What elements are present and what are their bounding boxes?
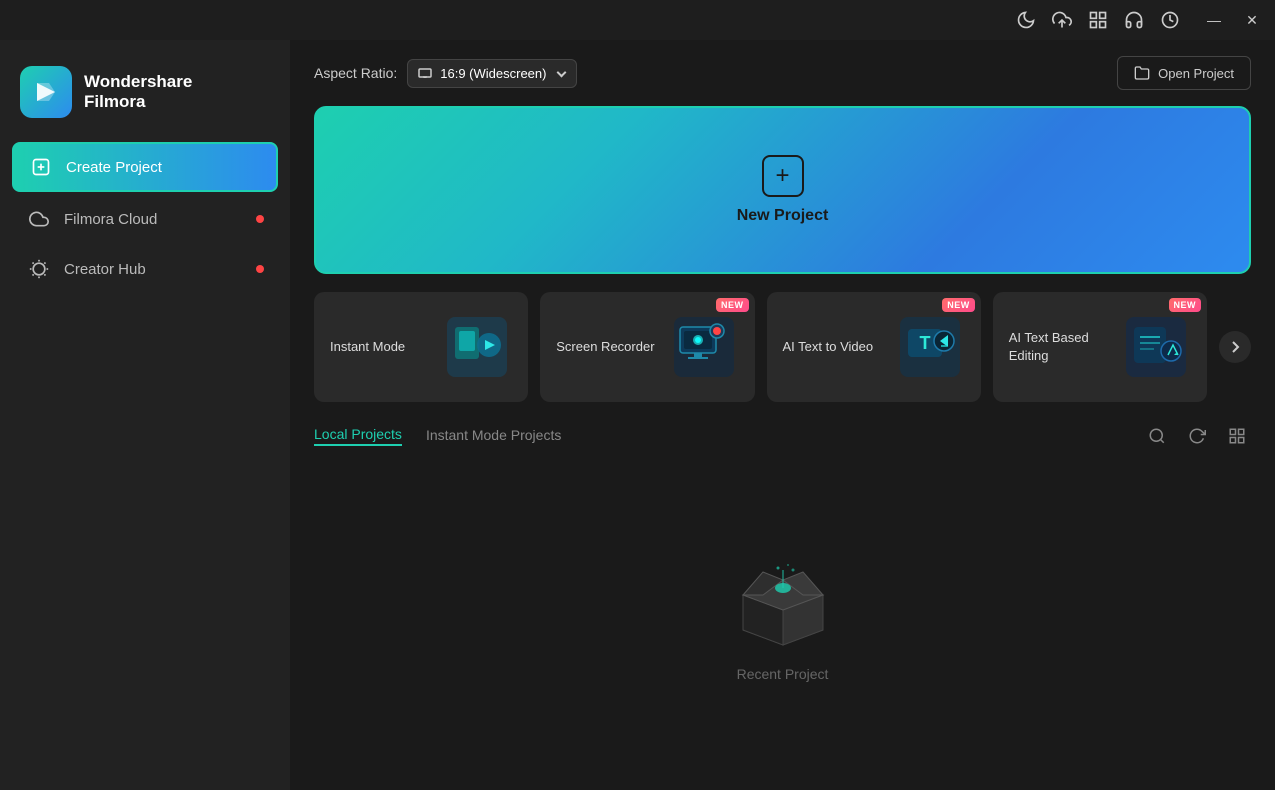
feature-card-ai-text-to-video[interactable]: NEW AI Text to Video T <box>767 292 981 402</box>
minimize-button[interactable]: — <box>1203 9 1225 31</box>
headset-icon[interactable] <box>1123 9 1145 31</box>
empty-state-text: Recent Project <box>737 666 829 682</box>
main-layout: Wondershare Filmora Create Project <box>0 40 1275 790</box>
feature-card-ai-text-based-editing[interactable]: NEW AI Text Based Editing <box>993 292 1207 402</box>
ai-text-based-editing-image <box>1121 312 1191 382</box>
instant-mode-image <box>442 312 512 382</box>
instant-mode-label: Instant Mode <box>330 338 430 356</box>
ai-text-to-video-new-badge: NEW <box>942 298 975 312</box>
sidebar-item-creator-hub[interactable]: Creator Hub <box>12 246 278 292</box>
open-project-label: Open Project <box>1158 66 1234 81</box>
close-button[interactable]: ✕ <box>1241 9 1263 31</box>
open-project-button[interactable]: Open Project <box>1117 56 1251 90</box>
sidebar: Wondershare Filmora Create Project <box>0 40 290 790</box>
svg-text:T: T <box>919 333 930 353</box>
aspect-ratio-section: Aspect Ratio: 16:9 (Widescreen) <box>314 59 577 88</box>
logo-name-line2: Filmora <box>84 92 192 112</box>
ai-text-to-video-label: AI Text to Video <box>783 338 883 356</box>
creator-hub-badge <box>256 265 264 273</box>
projects-area: + New Project Instant Mode <box>290 106 1275 790</box>
new-project-plus-icon: + <box>762 155 804 197</box>
ai-text-based-editing-new-badge: NEW <box>1169 298 1202 312</box>
screen-recorder-image <box>669 312 739 382</box>
moon-icon[interactable] <box>1015 9 1037 31</box>
search-icon[interactable] <box>1143 422 1171 450</box>
content-area: Aspect Ratio: 16:9 (Widescreen) Open Pro… <box>290 40 1275 790</box>
feature-card-instant-mode[interactable]: Instant Mode <box>314 292 528 402</box>
tab-local-projects[interactable]: Local Projects <box>314 426 402 446</box>
projects-tabs: Local Projects Instant Mode Projects <box>314 422 1251 450</box>
ai-text-to-video-image: T <box>895 312 965 382</box>
tab-instant-mode-projects[interactable]: Instant Mode Projects <box>426 427 561 445</box>
timer-icon[interactable] <box>1159 9 1181 31</box>
sidebar-item-label: Filmora Cloud <box>64 211 157 228</box>
scroll-right-arrow[interactable] <box>1219 331 1251 363</box>
tabs-left: Local Projects Instant Mode Projects <box>314 426 561 446</box>
upload-icon[interactable] <box>1051 9 1073 31</box>
cloud-icon <box>28 208 50 230</box>
app-logo: Wondershare Filmora <box>0 56 290 142</box>
lightbulb-icon <box>28 258 50 280</box>
aspect-ratio-label: Aspect Ratio: <box>314 65 397 81</box>
sidebar-nav: Create Project Filmora Cloud <box>0 142 290 292</box>
empty-state: Recent Project <box>314 466 1251 766</box>
refresh-icon[interactable] <box>1183 422 1211 450</box>
feature-cards-row: Instant Mode NEW Screen Recor <box>314 292 1251 402</box>
top-bar: Aspect Ratio: 16:9 (Widescreen) Open Pro… <box>290 40 1275 106</box>
new-project-label: New Project <box>737 207 829 225</box>
empty-box-image <box>723 550 843 650</box>
ai-text-based-editing-label: AI Text Based Editing <box>1009 329 1109 365</box>
logo-name-line1: Wondershare <box>84 72 192 92</box>
plus-square-icon <box>30 156 52 178</box>
tabs-right <box>1143 422 1251 450</box>
folder-icon <box>1134 65 1150 81</box>
feature-card-screen-recorder[interactable]: NEW Screen Recorder <box>540 292 754 402</box>
aspect-ratio-dropdown[interactable]: 16:9 (Widescreen) <box>407 59 577 88</box>
monitor-icon <box>418 68 432 78</box>
aspect-ratio-value: 16:9 (Widescreen) <box>440 66 546 81</box>
sidebar-item-filmora-cloud[interactable]: Filmora Cloud <box>12 196 278 242</box>
filmora-cloud-badge <box>256 215 264 223</box>
grid-view-icon[interactable] <box>1223 422 1251 450</box>
logo-text: Wondershare Filmora <box>84 72 192 113</box>
chevron-down-icon <box>557 67 567 77</box>
logo-icon <box>20 66 72 118</box>
screen-recorder-new-badge: NEW <box>716 298 749 312</box>
sidebar-item-label: Creator Hub <box>64 261 146 278</box>
sidebar-item-create-project[interactable]: Create Project <box>12 142 278 192</box>
new-project-banner[interactable]: + New Project <box>314 106 1251 274</box>
screen-recorder-label: Screen Recorder <box>556 338 656 356</box>
title-bar: — ✕ <box>0 0 1275 40</box>
grid-icon[interactable] <box>1087 9 1109 31</box>
sidebar-item-label: Create Project <box>66 159 162 176</box>
